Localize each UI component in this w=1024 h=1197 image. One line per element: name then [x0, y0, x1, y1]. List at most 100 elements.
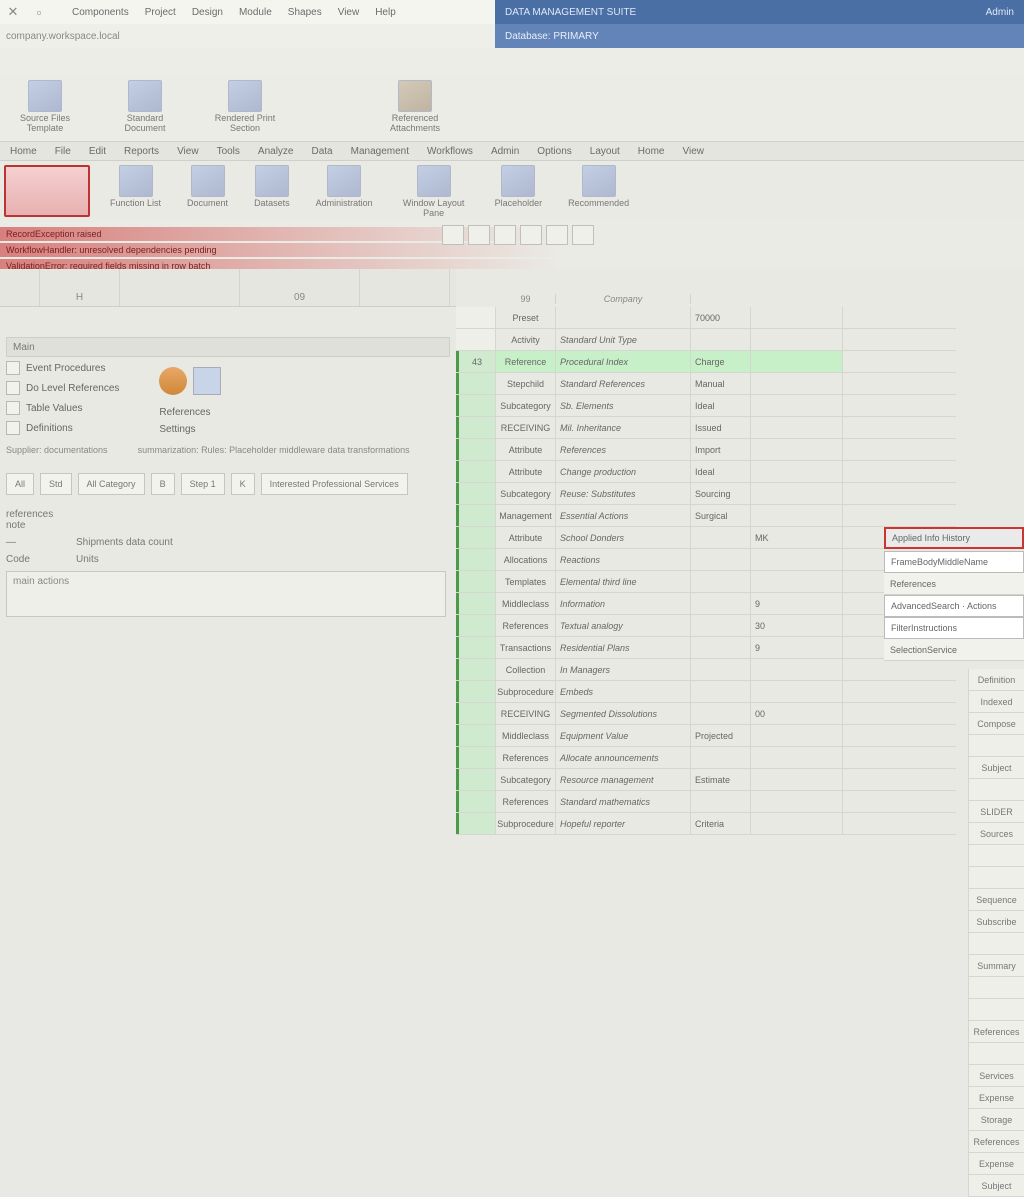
toolbar-btn[interactable] [442, 225, 464, 245]
ribbon-btn-standard[interactable]: Standard Document [110, 80, 180, 139]
menu-components[interactable]: Components [66, 5, 135, 20]
cell-category[interactable]: Middleclass [496, 593, 556, 614]
table-row[interactable]: ManagementEssential ActionsSurgical [456, 505, 956, 527]
cell-description[interactable]: Essential Actions [556, 505, 691, 526]
cell-description[interactable]: References [556, 439, 691, 460]
table-row[interactable]: TemplatesElemental third line [456, 571, 956, 593]
cell-value[interactable]: 9 [751, 593, 843, 614]
cat-references[interactable]: References [159, 407, 221, 418]
cell-value[interactable] [751, 351, 843, 372]
tab-reports[interactable]: Reports [124, 146, 159, 157]
cell-description[interactable]: Standard mathematics [556, 791, 691, 812]
cell-value[interactable] [751, 395, 843, 416]
cell-description[interactable]: Hopeful reporter [556, 813, 691, 834]
far-cell[interactable]: SLIDER [968, 801, 1024, 823]
table-row[interactable]: SubcategoryResource managementEstimate [456, 769, 956, 791]
cell-value[interactable]: 9 [751, 637, 843, 658]
cell-description[interactable]: Sb. Elements [556, 395, 691, 416]
cell-description[interactable]: Reuse: Substitutes [556, 483, 691, 504]
rb2-datasets[interactable]: Datasets [254, 165, 290, 219]
far-cell[interactable]: Compose [968, 713, 1024, 735]
cell-category[interactable]: RECEIVING [496, 703, 556, 724]
cell-value[interactable] [751, 329, 843, 350]
cat-settings[interactable]: Settings [159, 424, 221, 435]
cell-description[interactable]: Embeds [556, 681, 691, 702]
cell-value[interactable] [751, 769, 843, 790]
cell-category[interactable]: Subprocedure [496, 813, 556, 834]
tab-data[interactable]: Data [312, 146, 333, 157]
cell-description[interactable]: Textual analogy [556, 615, 691, 636]
cell-description[interactable]: Change production [556, 461, 691, 482]
tab-edit[interactable]: Edit [89, 146, 106, 157]
cat-event-procedures[interactable]: Event Procedures [6, 361, 119, 375]
tab-view[interactable]: View [177, 146, 199, 157]
tab-view2[interactable]: View [682, 146, 704, 157]
rb2-function[interactable]: Function List [110, 165, 161, 219]
far-cell[interactable]: Expense [968, 1153, 1024, 1175]
cell-value[interactable] [751, 373, 843, 394]
menu-view[interactable]: View [332, 5, 366, 20]
far-cell[interactable]: Expense [968, 1087, 1024, 1109]
far-cell[interactable]: Definition [968, 669, 1024, 691]
toolbar-btn[interactable] [468, 225, 490, 245]
cell-description[interactable]: Equipment Value [556, 725, 691, 746]
cell-value[interactable] [751, 483, 843, 504]
far-cell[interactable] [968, 999, 1024, 1021]
user-status[interactable]: Admin [986, 7, 1014, 18]
cell-status[interactable]: Ideal [691, 395, 751, 416]
cell-status[interactable] [691, 703, 751, 724]
table-row[interactable]: AllocationsReactions [456, 549, 956, 571]
toolbar-btn[interactable] [572, 225, 594, 245]
rb2-placeholder[interactable]: Placeholder [495, 165, 543, 219]
ribbon-btn-rendered[interactable]: Rendered Print Section [210, 80, 280, 139]
cell-category[interactable]: References [496, 747, 556, 768]
cell-description[interactable]: Allocate announcements [556, 747, 691, 768]
tab-analyze[interactable]: Analyze [258, 146, 294, 157]
far-cell[interactable]: Services [968, 1065, 1024, 1087]
cat-definitions[interactable]: Definitions [6, 421, 119, 435]
cell-status[interactable]: Import [691, 439, 751, 460]
notes-area[interactable]: main actions [6, 571, 446, 617]
cell-description[interactable]: Information [556, 593, 691, 614]
cell-value[interactable] [751, 725, 843, 746]
property-row[interactable]: FrameBodyMiddleName [884, 551, 1024, 573]
table-row[interactable]: RECEIVINGMil. InheritanceIssued [456, 417, 956, 439]
cell-category[interactable]: Middleclass [496, 725, 556, 746]
cell-status[interactable]: Projected [691, 725, 751, 746]
ribbon-btn-referenced[interactable]: Referenced Attachments [380, 80, 450, 139]
property-row[interactable]: References [884, 573, 1024, 595]
far-cell[interactable]: Sequence [968, 889, 1024, 911]
filter-all[interactable]: All [6, 473, 34, 495]
table-row[interactable]: SubcategoryReuse: SubstitutesSourcing [456, 483, 956, 505]
menu-help[interactable]: Help [369, 5, 402, 20]
table-row[interactable]: AttributeChange productionIdeal [456, 461, 956, 483]
cell-value[interactable]: 00 [751, 703, 843, 724]
grid-filter[interactable]: 99 [496, 294, 556, 304]
cell-description[interactable]: Segmented Dissolutions [556, 703, 691, 724]
toolbar-btn[interactable] [494, 225, 516, 245]
table-row[interactable]: MiddleclassInformation 9 [456, 593, 956, 615]
cell-status[interactable]: 70000 [691, 307, 751, 328]
menu-design[interactable]: Design [186, 5, 229, 20]
rb2-recommended[interactable]: Recommended [568, 165, 629, 219]
table-row[interactable]: StepchildStandard ReferencesManual [456, 373, 956, 395]
far-cell[interactable] [968, 1043, 1024, 1065]
cell-category[interactable]: Attribute [496, 527, 556, 548]
tab-home[interactable]: Home [10, 146, 37, 157]
cell-category[interactable]: References [496, 615, 556, 636]
cell-category[interactable]: Subcategory [496, 483, 556, 504]
cell-category[interactable]: Subcategory [496, 769, 556, 790]
table-row[interactable]: SubcategorySb. ElementsIdeal [456, 395, 956, 417]
save-icon[interactable]: ▫ [30, 3, 48, 21]
cell-value[interactable]: 30 [751, 615, 843, 636]
cell-category[interactable]: Activity [496, 329, 556, 350]
cell-status[interactable] [691, 593, 751, 614]
menu-shapes[interactable]: Shapes [282, 5, 328, 20]
cell-value[interactable] [751, 681, 843, 702]
cell-value[interactable] [751, 791, 843, 812]
property-row[interactable]: AdvancedSearch · Actions [884, 595, 1024, 617]
col-h[interactable]: H [40, 269, 120, 306]
cell-category[interactable]: Attribute [496, 439, 556, 460]
cell-status[interactable]: Sourcing [691, 483, 751, 504]
cell-description[interactable]: Elemental third line [556, 571, 691, 592]
